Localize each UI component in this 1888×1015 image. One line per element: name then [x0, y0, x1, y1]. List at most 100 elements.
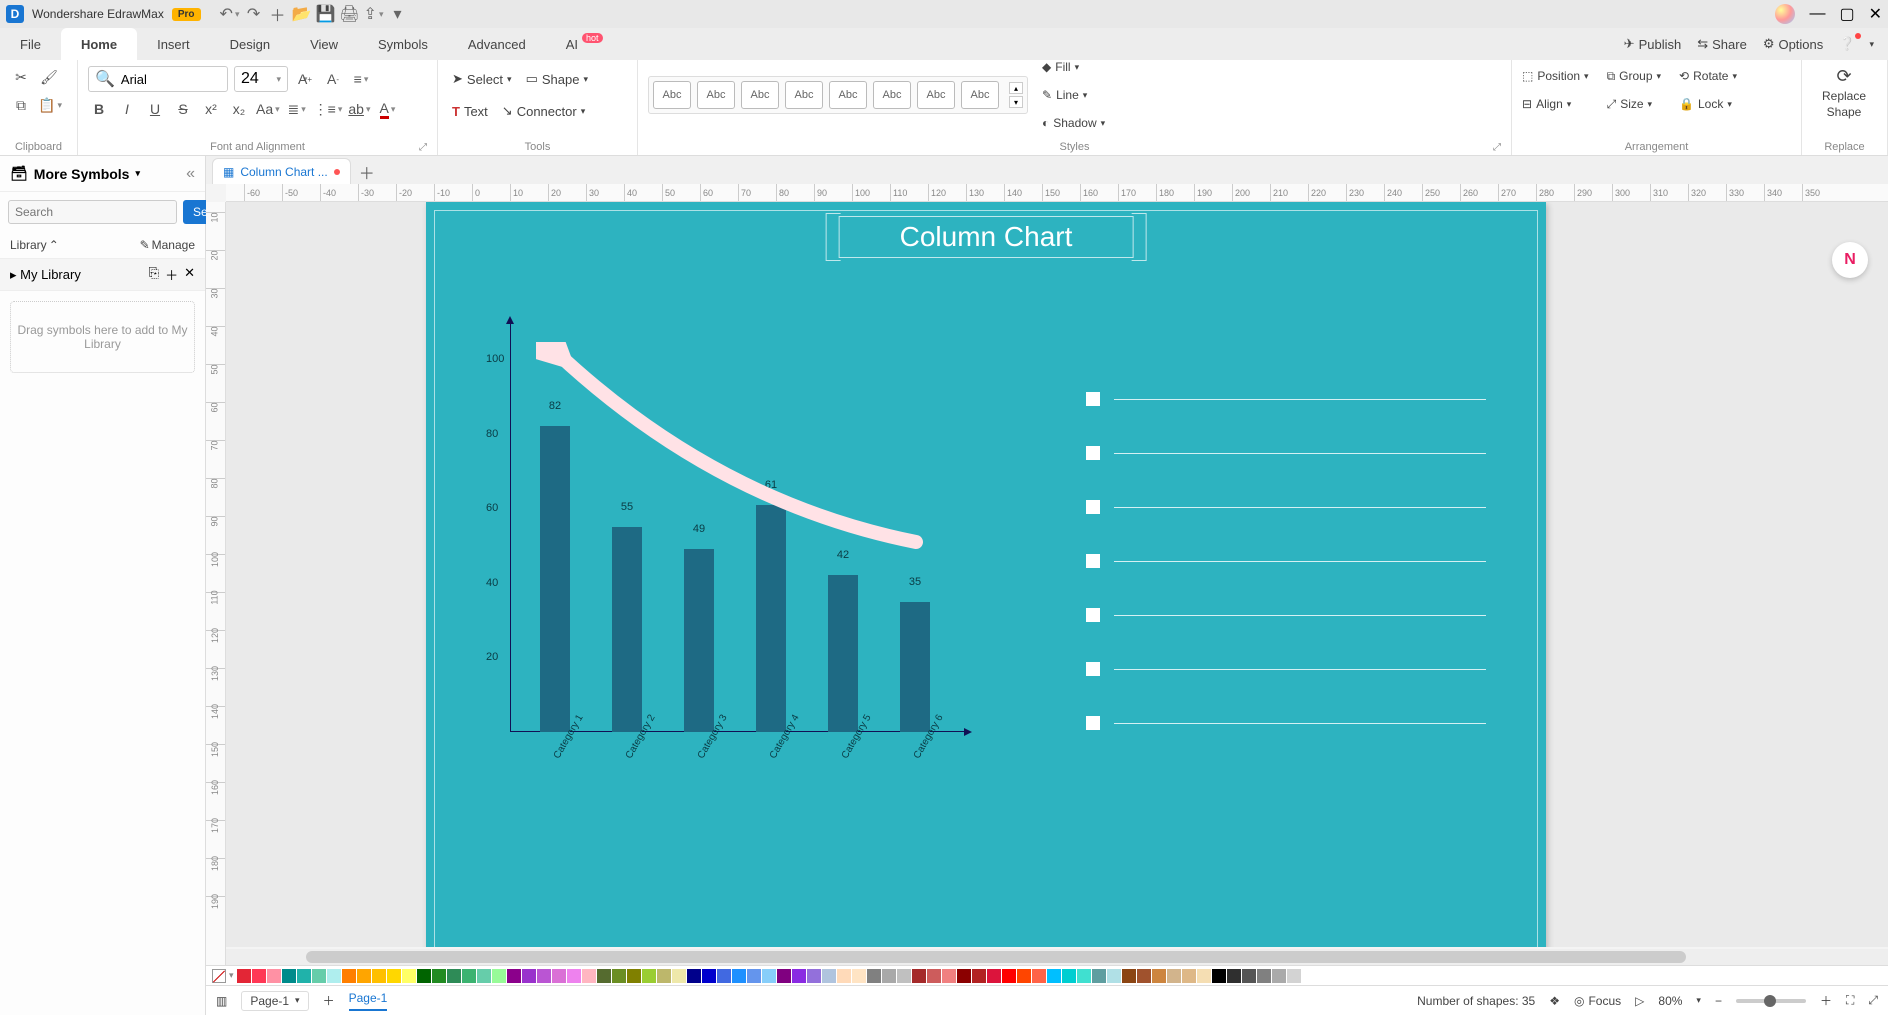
- color-swatch[interactable]: [417, 969, 431, 983]
- add-page-icon[interactable]: ＋: [323, 992, 335, 1009]
- style-swatch[interactable]: Abc: [741, 81, 779, 109]
- bold-icon[interactable]: B: [88, 98, 110, 120]
- color-swatch[interactable]: [882, 969, 896, 983]
- menu-design[interactable]: Design: [210, 28, 290, 60]
- color-swatch[interactable]: [747, 969, 761, 983]
- legend-line[interactable]: [1086, 446, 1486, 460]
- color-swatch[interactable]: [912, 969, 926, 983]
- fill-button[interactable]: ◆Fill▾: [1042, 57, 1105, 77]
- style-swatch[interactable]: Abc: [697, 81, 735, 109]
- style-swatch[interactable]: Abc: [873, 81, 911, 109]
- legend-line[interactable]: [1086, 662, 1486, 676]
- color-swatch[interactable]: [792, 969, 806, 983]
- font-size-select[interactable]: 24 ▾: [234, 66, 288, 92]
- rotate-button[interactable]: ⟲Rotate▾: [1679, 66, 1737, 86]
- focus-button[interactable]: ◎ Focus: [1574, 994, 1621, 1008]
- color-swatch[interactable]: [717, 969, 731, 983]
- color-swatch[interactable]: [807, 969, 821, 983]
- layers-icon[interactable]: ❖: [1549, 994, 1560, 1008]
- strike-icon[interactable]: S: [172, 98, 194, 120]
- page-tab[interactable]: Page-1: [349, 991, 388, 1011]
- add-library-icon[interactable]: ＋: [165, 265, 178, 284]
- color-swatch[interactable]: [1002, 969, 1016, 983]
- color-swatch[interactable]: [1032, 969, 1046, 983]
- paste-icon[interactable]: 📋: [38, 94, 62, 116]
- color-swatch[interactable]: [642, 969, 656, 983]
- legend-line[interactable]: [1086, 554, 1486, 568]
- menu-ai[interactable]: AIhot: [546, 28, 623, 60]
- canvas[interactable]: Column Chart 2040608010082Category 155Ca…: [226, 202, 1888, 947]
- style-swatch[interactable]: Abc: [653, 81, 691, 109]
- color-swatch[interactable]: [1122, 969, 1136, 983]
- page[interactable]: Column Chart 2040608010082Category 155Ca…: [426, 202, 1546, 947]
- color-swatch[interactable]: [402, 969, 416, 983]
- color-swatch[interactable]: [1242, 969, 1256, 983]
- bullets-icon[interactable]: ⋮≡: [314, 98, 343, 120]
- library-drop-zone[interactable]: Drag symbols here to add to My Library: [10, 301, 195, 373]
- copy-icon[interactable]: ⧉: [10, 94, 32, 116]
- print-icon[interactable]: 🖨: [343, 7, 357, 21]
- color-swatch[interactable]: [1092, 969, 1106, 983]
- help-button[interactable]: ❔▾: [1839, 36, 1874, 52]
- color-swatch[interactable]: [1077, 969, 1091, 983]
- color-swatch[interactable]: [672, 969, 686, 983]
- add-tab-button[interactable]: ＋: [355, 160, 379, 184]
- style-swatch[interactable]: Abc: [785, 81, 823, 109]
- style-swatch[interactable]: Abc: [961, 81, 999, 109]
- color-swatch[interactable]: [447, 969, 461, 983]
- group-button[interactable]: ⧉Group▾: [1607, 66, 1661, 86]
- undo-icon[interactable]: ↶: [223, 7, 237, 21]
- color-swatch[interactable]: [687, 969, 701, 983]
- font-family-select[interactable]: 🔍 ▾: [88, 66, 228, 92]
- page-selector[interactable]: Page-1▾: [241, 991, 308, 1011]
- color-swatch[interactable]: [1167, 969, 1181, 983]
- color-swatch[interactable]: [1227, 969, 1241, 983]
- decrease-font-icon[interactable]: A-: [322, 68, 344, 90]
- chart-bar[interactable]: [828, 575, 858, 732]
- increase-font-icon[interactable]: A+: [294, 68, 316, 90]
- zoom-slider[interactable]: [1736, 999, 1806, 1003]
- close-library-icon[interactable]: ✕: [184, 265, 195, 284]
- export-icon[interactable]: ⇪: [367, 7, 381, 21]
- library-dropdown[interactable]: Library ⌃: [10, 238, 59, 252]
- manage-button[interactable]: ✎Manage: [140, 238, 195, 252]
- save-icon[interactable]: 💾: [319, 7, 333, 21]
- color-swatch[interactable]: [252, 969, 266, 983]
- color-swatch[interactable]: [1047, 969, 1061, 983]
- select-tool[interactable]: ➤Select▾: [448, 66, 516, 92]
- color-swatch[interactable]: [372, 969, 386, 983]
- color-swatch[interactable]: [522, 969, 536, 983]
- presentation-icon[interactable]: ▷: [1635, 994, 1644, 1008]
- color-swatch[interactable]: [897, 969, 911, 983]
- color-swatch[interactable]: [927, 969, 941, 983]
- color-swatch[interactable]: [552, 969, 566, 983]
- color-swatch[interactable]: [852, 969, 866, 983]
- menu-symbols[interactable]: Symbols: [358, 28, 448, 60]
- no-fill-swatch[interactable]: [212, 969, 226, 983]
- color-swatch[interactable]: [297, 969, 311, 983]
- color-swatch[interactable]: [732, 969, 746, 983]
- color-swatch[interactable]: [357, 969, 371, 983]
- user-avatar[interactable]: [1775, 4, 1795, 24]
- color-swatch[interactable]: [1062, 969, 1076, 983]
- menu-insert[interactable]: Insert: [137, 28, 210, 60]
- color-swatch[interactable]: [822, 969, 836, 983]
- horizontal-scrollbar[interactable]: [226, 949, 1888, 965]
- color-swatch[interactable]: [1197, 969, 1211, 983]
- gallery-down-icon[interactable]: ▾: [1009, 96, 1023, 108]
- color-swatch[interactable]: [567, 969, 581, 983]
- menu-home[interactable]: Home: [61, 28, 137, 60]
- color-swatch[interactable]: [702, 969, 716, 983]
- line-spacing-icon[interactable]: ≣: [286, 98, 308, 120]
- format-painter-icon[interactable]: 🖌: [38, 66, 60, 88]
- zoom-in-icon[interactable]: ＋: [1820, 992, 1832, 1009]
- line-button[interactable]: ✎Line▾: [1042, 85, 1105, 105]
- font-dialog-icon[interactable]: ⤢: [419, 142, 427, 153]
- chart-bar[interactable]: [540, 426, 570, 732]
- superscript-icon[interactable]: x²: [200, 98, 222, 120]
- color-swatch[interactable]: [1257, 969, 1271, 983]
- menu-advanced[interactable]: Advanced: [448, 28, 546, 60]
- color-swatch[interactable]: [1212, 969, 1226, 983]
- align-button[interactable]: ⊟Align▾: [1522, 94, 1589, 114]
- align-text-icon[interactable]: ≡: [350, 68, 372, 90]
